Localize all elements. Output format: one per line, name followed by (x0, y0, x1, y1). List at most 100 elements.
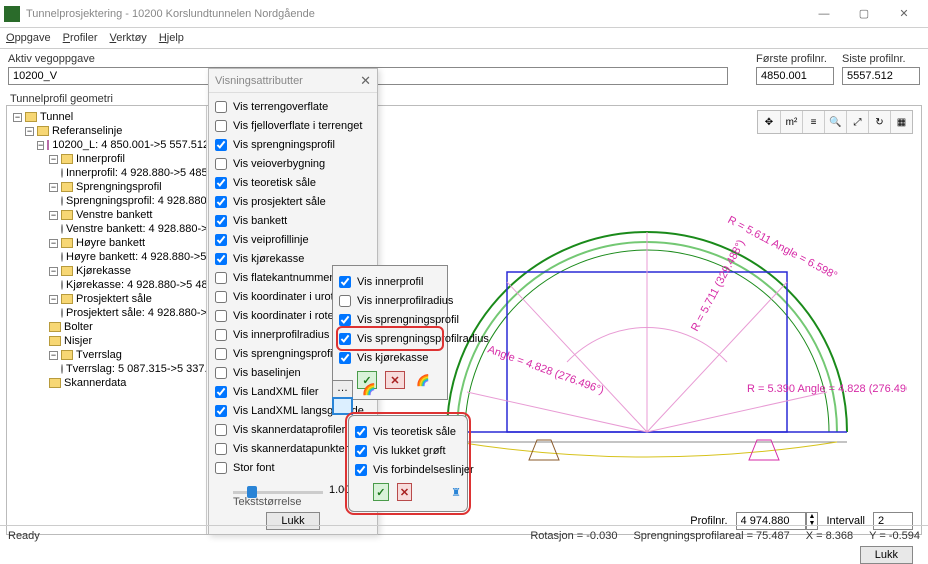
dlg-item-5[interactable]: Vis prosjektert såle (215, 192, 371, 211)
dlg-checkbox-5[interactable] (215, 196, 227, 208)
dialog-title: Visningsattributter (215, 75, 303, 87)
tree-spreng[interactable]: Sprengningsprofil: 4 928.880->5 485 (66, 195, 207, 207)
dlg-item-2[interactable]: Vis sprengningsprofil (215, 135, 371, 154)
popup2-checkbox-0[interactable] (355, 426, 367, 438)
dlg-checkbox-16[interactable] (215, 405, 227, 417)
dlg-checkbox-6[interactable] (215, 215, 227, 227)
tree-refline[interactable]: Referanselinje (52, 125, 122, 137)
dlg-checkbox-10[interactable] (215, 291, 227, 303)
dlg-item-7[interactable]: Vis veiprofillinje (215, 230, 371, 249)
tree-inner[interactable]: Innerprofil: 4 928.880->5 485.220 (66, 167, 207, 179)
dlg-checkbox-13[interactable] (215, 348, 227, 360)
popup1-row-3[interactable]: Vis sprengningsprofilradius (339, 329, 441, 348)
popup1-checkbox-0[interactable] (339, 276, 351, 288)
siste-input[interactable] (842, 67, 920, 85)
text-size-slider[interactable] (233, 491, 323, 494)
popup1-color-icon[interactable]: 🌈 (413, 371, 433, 389)
popup2-checkbox-2[interactable] (355, 464, 367, 476)
svg-text:R = 5.390 Angle = 4.828 (276.4: R = 5.390 Angle = 4.828 (276.496°) (747, 383, 907, 395)
dlg-checkbox-17[interactable] (215, 424, 227, 436)
menu-profiler[interactable]: Profiler (63, 32, 98, 44)
tree-nisjer[interactable]: Nisjer (64, 335, 92, 347)
tree-tverrslag-h[interactable]: Tverrslag (76, 349, 122, 361)
tree-spreng-h[interactable]: Sprengningsprofil (76, 181, 162, 193)
tree-hbank[interactable]: Høyre bankett: 4 928.880->5 485.22 (66, 251, 207, 263)
forste-input[interactable] (756, 67, 834, 85)
dlg-checkbox-2[interactable] (215, 139, 227, 151)
dlg-checkbox-7[interactable] (215, 234, 227, 246)
profilnr-up[interactable]: ▲ (807, 513, 818, 520)
popup1-row-2[interactable]: Vis sprengningsprofil (339, 310, 441, 329)
tree-view[interactable]: −Tunnel −Referanselinje −10200_L: 4 850.… (7, 106, 207, 534)
tree-kjorekasse-h[interactable]: Kjørekasse (76, 265, 131, 277)
popup1-checkbox-4[interactable] (339, 352, 351, 364)
dlg-checkbox-3[interactable] (215, 158, 227, 170)
tb-grid-icon[interactable]: ▦ (890, 111, 912, 133)
popup2-cancel[interactable]: ✕ (397, 483, 413, 501)
status-rotasjon: Rotasjon = -0.030 (530, 530, 617, 542)
dlg-checkbox-18[interactable] (215, 443, 227, 455)
dlg-label-0: Vis terrengoverflate (233, 101, 328, 113)
tree-skannerdata[interactable]: Skannerdata (64, 377, 126, 389)
tree-bolter[interactable]: Bolter (64, 321, 93, 333)
dlg-item-4[interactable]: Vis teoretisk såle (215, 173, 371, 192)
dlg-checkbox-1[interactable] (215, 120, 227, 132)
popup1-label-1: Vis innerprofilradius (357, 295, 453, 307)
popup1-checkbox-1[interactable] (339, 295, 351, 307)
dlg-checkbox-12[interactable] (215, 329, 227, 341)
close-button[interactable]: ✕ (884, 3, 924, 25)
popup2-row-0[interactable]: Vis teoretisk såle (355, 422, 461, 441)
dlg-checkbox-14[interactable] (215, 367, 227, 379)
dlg-item-1[interactable]: Vis fjelloverflate i terrenget (215, 116, 371, 135)
popup1-row-4[interactable]: Vis kjørekasse (339, 348, 441, 367)
popup1-row-1[interactable]: Vis innerprofilradius (339, 291, 441, 310)
popup2-ok[interactable]: ✓ (373, 483, 389, 501)
tb-refresh-icon[interactable]: ↻ (868, 111, 890, 133)
tree-tverrslag[interactable]: Tverrslag: 5 087.315->5 337.240 (66, 363, 207, 375)
dlg-item-6[interactable]: Vis bankett (215, 211, 371, 230)
tree-prosj[interactable]: Prosjektert såle: 4 928.880->5 485 (66, 307, 207, 319)
dlg-checkbox-11[interactable] (215, 310, 227, 322)
popup2-row-1[interactable]: Vis lukket grøft (355, 441, 461, 460)
tree-profile[interactable]: 10200_L: 4 850.001->5 557.512 (52, 139, 207, 151)
menu-verktoy[interactable]: Verktøy (110, 32, 147, 44)
maximize-button[interactable]: ▢ (844, 3, 884, 25)
menu-oppgave[interactable]: OOppgaveppgave (6, 32, 51, 44)
dlg-checkbox-4[interactable] (215, 177, 227, 189)
popup2-checkbox-1[interactable] (355, 445, 367, 457)
dlg-item-0[interactable]: Vis terrengoverflate (215, 97, 371, 116)
lukk-button[interactable]: Lukk (860, 546, 913, 564)
tree-hbank-h[interactable]: Høyre bankett (76, 237, 145, 249)
tb-zoom-extent-icon[interactable]: ⤢ (846, 111, 868, 133)
popup1-cancel[interactable]: ✕ (385, 371, 405, 389)
popup2-reset-icon[interactable]: ♜ (451, 486, 461, 499)
dlg-label-15: Vis LandXML filer (233, 386, 319, 398)
dlg-checkbox-15[interactable] (215, 386, 227, 398)
popup1-checkbox-2[interactable] (339, 314, 351, 326)
dlg-checkbox-0[interactable] (215, 101, 227, 113)
popup1-checkbox-3[interactable] (339, 333, 351, 345)
tree-inner-h[interactable]: Innerprofil (76, 153, 125, 165)
dlg-checkbox-9[interactable] (215, 272, 227, 284)
dlg-checkbox-8[interactable] (215, 253, 227, 265)
popup1-label-3: Vis sprengningsprofilradius (357, 333, 489, 345)
dlg-checkbox-19[interactable] (215, 462, 227, 474)
tree-vbank[interactable]: Venstre bankett: 4 928.880->5 485 (66, 223, 207, 235)
tree-vbank-h[interactable]: Venstre bankett (76, 209, 152, 221)
dialog-close-icon[interactable]: ✕ (360, 73, 371, 89)
tb-measure-icon[interactable]: m² (780, 111, 802, 133)
rainbow-button[interactable]: 🌈 (359, 380, 379, 398)
tb-layers-icon[interactable]: ≡ (802, 111, 824, 133)
tb-zoom-icon[interactable]: 🔍 (824, 111, 846, 133)
tree-root[interactable]: Tunnel (40, 111, 73, 123)
popup1-row-0[interactable]: Vis innerprofil (339, 272, 441, 291)
blue-square-button[interactable] (332, 397, 353, 415)
dlg-item-3[interactable]: Vis veioverbygning (215, 154, 371, 173)
menu-hjelp[interactable]: Hjelp (159, 32, 184, 44)
ellipsis-button[interactable]: … (332, 380, 353, 398)
minimize-button[interactable]: — (804, 3, 844, 25)
popup2-row-2[interactable]: Vis forbindelseslinjer (355, 460, 461, 479)
tb-pan-icon[interactable]: ✥ (758, 111, 780, 133)
tree-prosj-h[interactable]: Prosjektert såle (76, 293, 152, 305)
tree-kjorekasse[interactable]: Kjørekasse: 4 928.880->5 485.220 (66, 279, 207, 291)
